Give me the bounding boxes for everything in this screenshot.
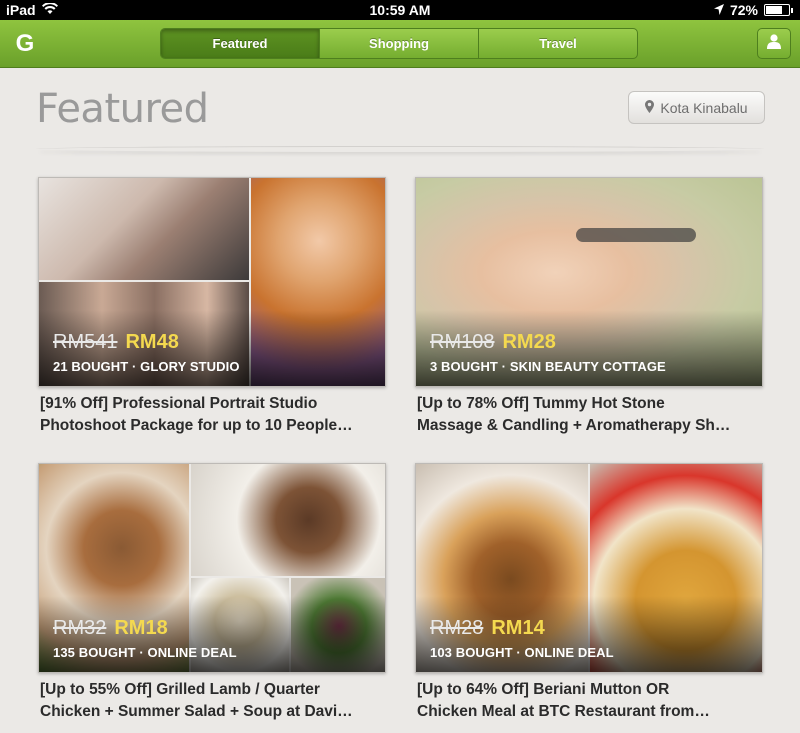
category-tabs: Featured Shopping Travel [160, 28, 638, 59]
tab-shopping[interactable]: Shopping [320, 29, 479, 58]
deal-card[interactable]: RM28 RM14 103 BOUGHT · ONLINE DEAL [Up t… [415, 463, 763, 723]
battery-percent: 72% [729, 2, 758, 18]
app-header: G Featured Shopping Travel [0, 20, 800, 68]
tab-travel[interactable]: Travel [479, 29, 637, 58]
deal-title[interactable]: [Up to 55% Off] Grilled Lamb / Quarter C… [38, 679, 386, 723]
original-price: RM32 [53, 617, 107, 639]
bought-count: 3 BOUGHT · SKIN BEAUTY COTTAGE [430, 359, 666, 374]
map-pin-icon [645, 99, 655, 116]
deal-title[interactable]: [91% Off] Professional Portrait Studio P… [38, 393, 386, 437]
hot-stones [576, 228, 696, 242]
bought-count: 135 BOUGHT · ONLINE DEAL [53, 645, 237, 660]
deal-image[interactable]: RM108 RM28 3 BOUGHT · SKIN BEAUTY COTTAG… [415, 177, 763, 387]
deal-card[interactable]: RM541 RM48 21 BOUGHT · GLORY STUDIO [91%… [38, 177, 386, 437]
status-bar: iPad 10:59 AM 72% [0, 0, 800, 20]
original-price: RM541 [53, 331, 118, 353]
clock: 10:59 AM [369, 2, 431, 18]
deal-card[interactable]: RM108 RM28 3 BOUGHT · SKIN BEAUTY COTTAG… [415, 177, 763, 437]
user-icon [767, 33, 781, 54]
lamb-photo [191, 464, 385, 576]
battery-icon [764, 4, 793, 16]
deal-image[interactable]: RM28 RM14 103 BOUGHT · ONLINE DEAL [415, 463, 763, 673]
deal-price: RM14 [491, 617, 545, 639]
deal-title[interactable]: [Up to 78% Off] Tummy Hot Stone Massage … [415, 393, 763, 437]
app-logo[interactable]: G [12, 31, 38, 57]
profile-button[interactable] [757, 28, 791, 59]
deal-title[interactable]: [Up to 64% Off] Beriani Mutton OR Chicke… [415, 679, 763, 723]
deal-price: RM28 [502, 331, 556, 353]
location-services-icon [713, 2, 724, 18]
family-photo [39, 178, 249, 280]
deal-price: RM18 [114, 617, 168, 639]
original-price: RM108 [430, 331, 495, 353]
deal-image[interactable]: RM541 RM48 21 BOUGHT · GLORY STUDIO [38, 177, 386, 387]
tab-featured[interactable]: Featured [161, 29, 320, 58]
location-label: Kota Kinabalu [660, 99, 748, 116]
bought-count: 21 BOUGHT · GLORY STUDIO [53, 359, 240, 374]
deal-price: RM48 [125, 331, 179, 353]
deal-image[interactable]: RM32 RM18 135 BOUGHT · ONLINE DEAL [38, 463, 386, 673]
location-selector[interactable]: Kota Kinabalu [628, 91, 765, 124]
header-divider [36, 146, 764, 152]
original-price: RM28 [430, 617, 484, 639]
page-title: Featured [36, 86, 209, 132]
deal-card[interactable]: RM32 RM18 135 BOUGHT · ONLINE DEAL [Up t… [38, 463, 386, 723]
bought-count: 103 BOUGHT · ONLINE DEAL [430, 645, 614, 660]
